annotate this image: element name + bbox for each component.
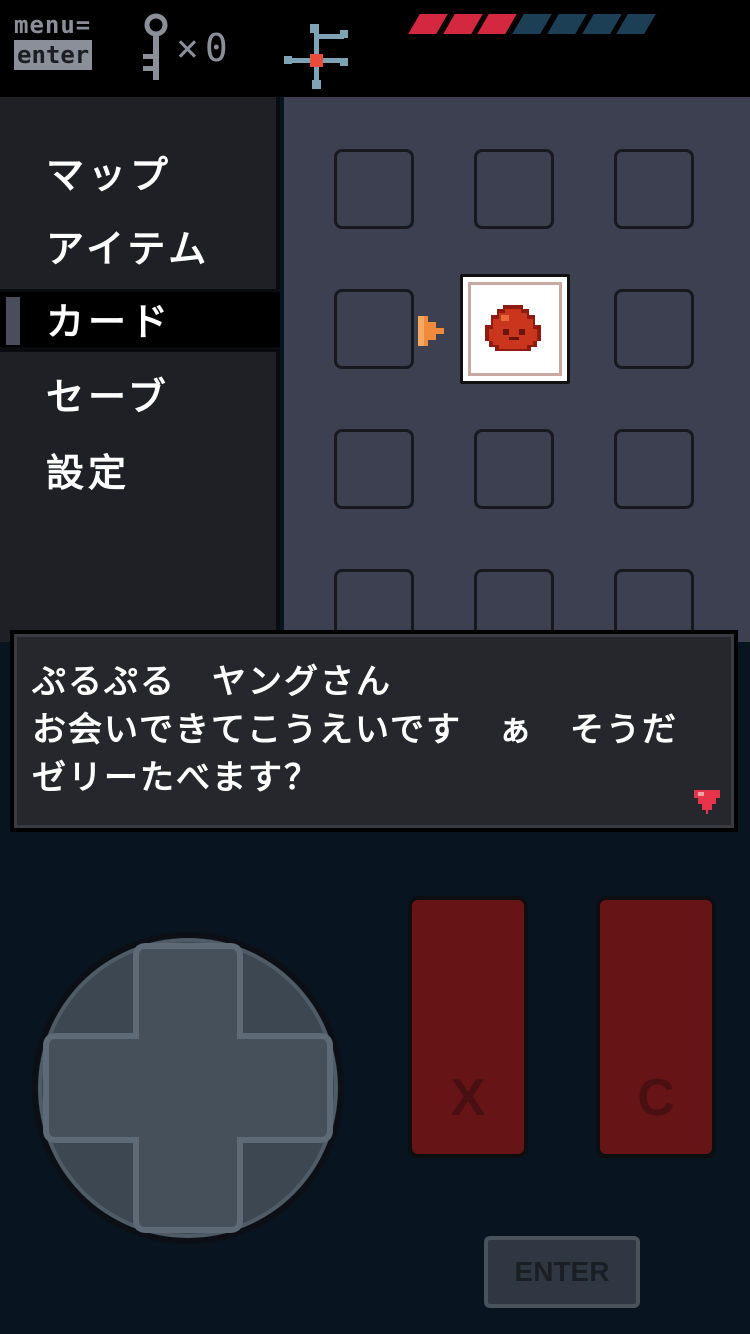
dialog-line: ゼリーたべます？	[32, 758, 320, 798]
enter-button-label: ENTER	[514, 1256, 610, 1287]
menu-item-cards[interactable]: カード	[46, 300, 172, 344]
menu-hint-key: enter	[14, 40, 93, 70]
dialog-line: お会いできてこうえいです ぁ そうだ	[32, 710, 678, 750]
map-area	[284, 97, 750, 649]
dialog-line: ぷるぷる ヤングさん	[32, 662, 392, 702]
map-room	[334, 289, 414, 369]
menu-item-settings[interactable]: 設定	[46, 451, 130, 495]
cursor-arrow-icon	[418, 316, 444, 346]
minimap-icon	[284, 24, 348, 89]
map-room	[474, 429, 554, 509]
dialog-box[interactable]: ぷるぷる ヤングさん お会いできてこうえいです ぁ そうだ ゼリーたべます？	[10, 630, 738, 832]
dialog-next-icon	[694, 790, 720, 814]
menu-item-save[interactable]: セーブ	[46, 375, 170, 419]
menu-item-map[interactable]: マップ	[46, 153, 172, 197]
menu-hint: menu= enter	[14, 12, 114, 70]
map-room	[614, 429, 694, 509]
map-room	[334, 149, 414, 229]
c-button[interactable]: C	[596, 896, 716, 1158]
hud-bar: menu= enter ×0	[0, 0, 750, 97]
map-room	[474, 149, 554, 229]
map-room	[614, 149, 694, 229]
key-icon	[143, 13, 168, 80]
c-button-label: C	[637, 1069, 675, 1127]
menu-hint-label: menu=	[14, 11, 92, 39]
x-button-label: X	[450, 1069, 486, 1127]
map-room	[334, 429, 414, 509]
health-bar	[405, 12, 659, 38]
map-room	[614, 289, 694, 369]
menu-item-items[interactable]: アイテム	[46, 227, 210, 271]
menu-selection-marker	[6, 297, 20, 345]
menu-divider	[0, 347, 280, 352]
dpad-control[interactable]	[28, 928, 348, 1248]
enter-button[interactable]: ENTER	[484, 1236, 640, 1308]
key-count: ×0	[176, 26, 234, 70]
x-button[interactable]: X	[408, 896, 528, 1158]
side-menu: マップ アイテム カード セーブ 設定	[0, 97, 280, 642]
current-card-slot[interactable]	[460, 274, 570, 384]
slime-card-icon	[485, 305, 541, 351]
